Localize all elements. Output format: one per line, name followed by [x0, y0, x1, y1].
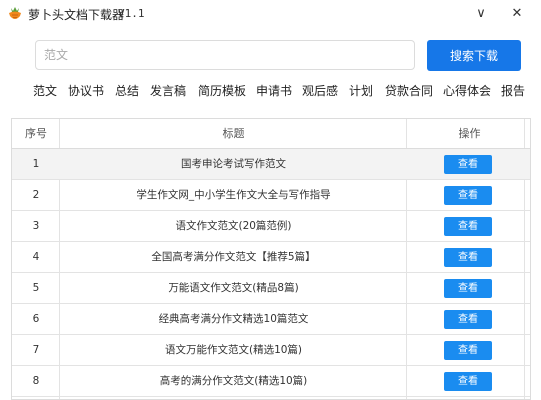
- view-button[interactable]: 查看: [444, 372, 492, 391]
- header-index: 序号: [25, 127, 47, 140]
- carrot-logo-icon: [9, 7, 21, 19]
- row-index: 8: [32, 375, 40, 387]
- category-item[interactable]: 简历模板: [198, 78, 246, 104]
- table-row[interactable]: 4 全国高考满分作文范文【推荐5篇】 查看: [12, 242, 530, 273]
- app-version: V1.1: [118, 7, 145, 20]
- view-button[interactable]: 查看: [444, 155, 492, 174]
- row-title: 经典高考满分作文精选10篇范文: [158, 313, 309, 325]
- category-item[interactable]: 总结: [115, 78, 139, 104]
- category-bar: 范文 协议书 总结 发言稿 简历模板 申请书 观后感 计划 贷款合同 心得体会 …: [0, 78, 541, 104]
- view-button[interactable]: 查看: [444, 217, 492, 236]
- close-button[interactable]: ✕: [506, 4, 528, 24]
- table-header: 序号 标题 操作: [12, 119, 530, 149]
- search-download-button[interactable]: 搜索下载: [427, 40, 521, 71]
- view-button[interactable]: 查看: [444, 248, 492, 267]
- table-row[interactable]: 7 语文万能作文范文(精选10篇) 查看: [12, 335, 530, 366]
- row-index: 7: [32, 344, 40, 356]
- category-item[interactable]: 报告: [501, 78, 525, 104]
- category-item[interactable]: 观后感: [302, 78, 338, 104]
- row-title: 高考的满分作文范文(精选10篇): [159, 375, 308, 387]
- header-title: 标题: [222, 127, 245, 140]
- row-index: 4: [32, 251, 40, 263]
- table-row[interactable]: 8 高考的满分作文范文(精选10篇) 查看: [12, 366, 530, 397]
- minimize-button[interactable]: ∨: [470, 4, 492, 24]
- row-index: 1: [32, 158, 40, 170]
- app-title: 萝卜头文档下载器: [28, 8, 125, 22]
- category-item[interactable]: 计划: [349, 78, 373, 104]
- category-item[interactable]: 范文: [33, 78, 57, 104]
- row-index: 3: [32, 220, 40, 232]
- table-row[interactable]: 6 经典高考满分作文精选10篇范文 查看: [12, 304, 530, 335]
- table-row[interactable]: 1 国考申论考试写作范文 查看: [12, 149, 530, 180]
- row-title: 学生作文网_中小学生作文大全与写作指导: [136, 189, 331, 201]
- view-button[interactable]: 查看: [444, 310, 492, 329]
- row-title: 全国高考满分作文范文【推荐5篇】: [151, 251, 316, 263]
- view-button[interactable]: 查看: [444, 186, 492, 205]
- category-item[interactable]: 协议书: [68, 78, 104, 104]
- table-row[interactable]: 3 语文作文范文(20篇范例) 查看: [12, 211, 530, 242]
- row-title: 万能语文作文范文(精品8篇): [168, 282, 299, 294]
- title-bar: 萝卜头文档下载器 V1.1 ∨ ✕: [0, 0, 541, 28]
- row-title: 语文万能作文范文(精选10篇): [164, 344, 303, 356]
- row-index: 2: [32, 189, 40, 201]
- search-input[interactable]: [35, 40, 415, 70]
- table-row[interactable]: 5 万能语文作文范文(精品8篇) 查看: [12, 273, 530, 304]
- category-item[interactable]: 心得体会: [443, 78, 491, 104]
- table-row[interactable]: 2 学生作文网_中小学生作文大全与写作指导 查看: [12, 180, 530, 211]
- row-title: 国考申论考试写作范文: [181, 158, 286, 170]
- view-button[interactable]: 查看: [444, 279, 492, 298]
- row-index: 5: [32, 282, 40, 294]
- row-title: 语文作文范文(20篇范例): [175, 220, 292, 232]
- view-button[interactable]: 查看: [444, 341, 492, 360]
- category-item[interactable]: 发言稿: [150, 78, 186, 104]
- results-table: 序号 标题 操作 1 国考申论考试写作范文 查看 2 学生作文网_中小学生作文大…: [11, 118, 531, 400]
- header-action: 操作: [458, 127, 481, 140]
- category-item[interactable]: 申请书: [256, 78, 292, 104]
- row-index: 6: [32, 313, 40, 325]
- category-item[interactable]: 贷款合同: [385, 78, 433, 104]
